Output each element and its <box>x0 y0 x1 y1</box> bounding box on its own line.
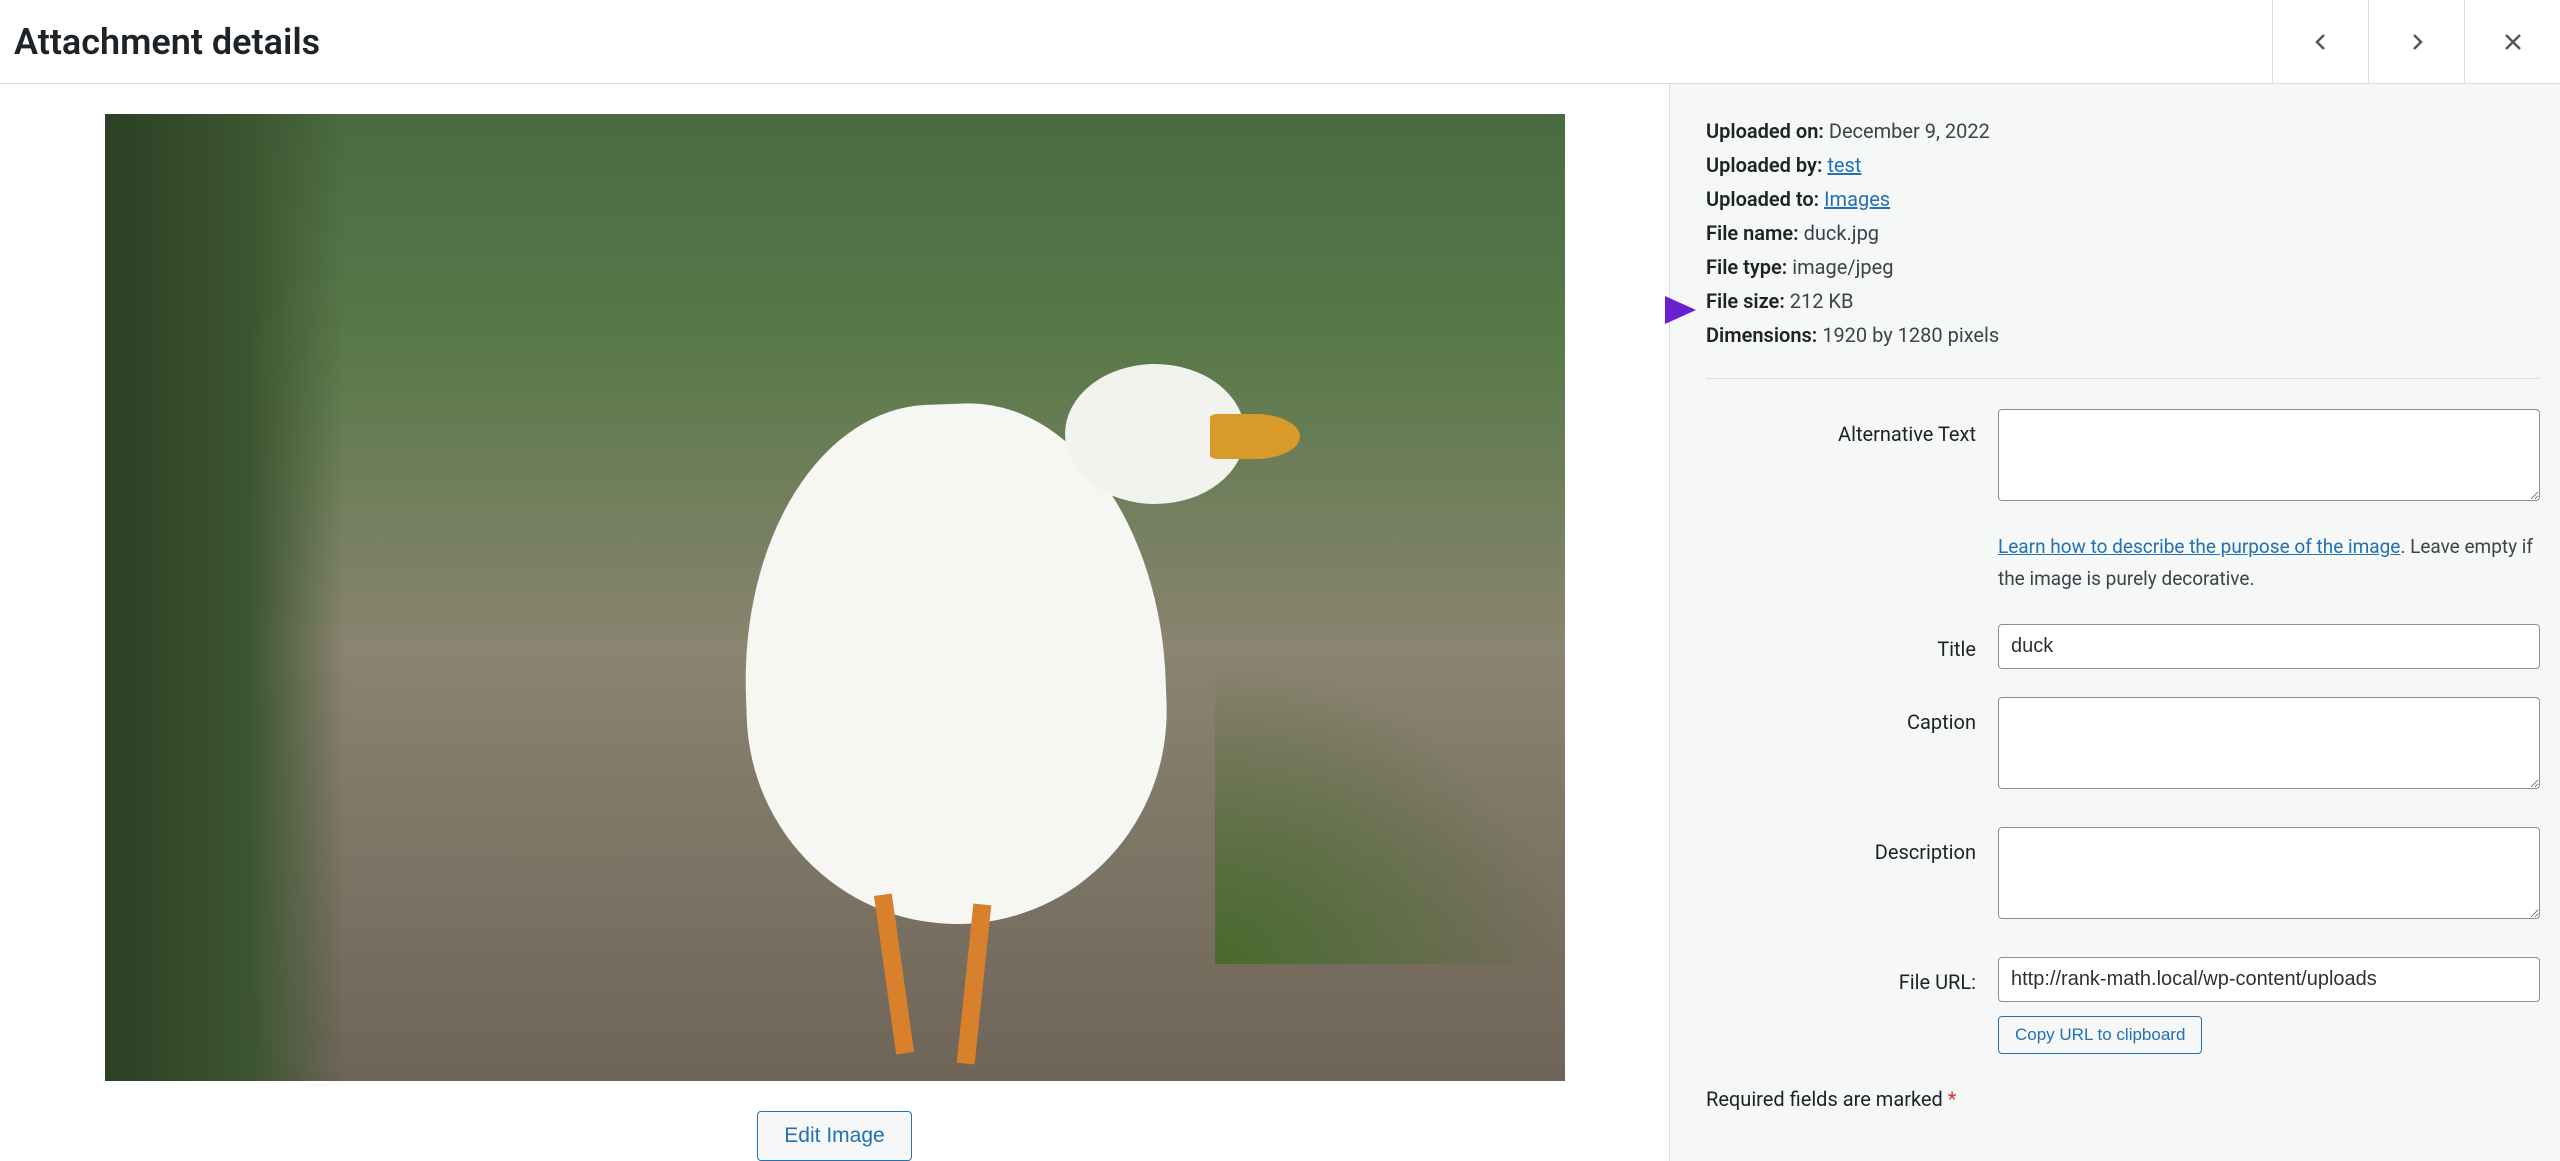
annotation-arrow <box>1590 290 1700 330</box>
file-name-label: File name: <box>1706 221 1799 245</box>
required-asterisk: * <box>1948 1087 1957 1111</box>
prev-button[interactable] <box>2272 0 2368 83</box>
title-label: Title <box>1706 624 1998 666</box>
edit-image-button[interactable]: Edit Image <box>757 1111 911 1161</box>
page-title: Attachment details <box>14 21 320 63</box>
uploaded-by-label: Uploaded by: <box>1706 153 1822 177</box>
caption-label: Caption <box>1706 697 1998 739</box>
caption-input[interactable] <box>1998 697 2540 789</box>
alt-text-input[interactable] <box>1998 409 2540 501</box>
chevron-left-icon <box>2309 30 2333 54</box>
uploaded-on-label: Uploaded on: <box>1706 119 1824 143</box>
title-input[interactable] <box>1998 624 2540 669</box>
file-size-label: File size: <box>1706 289 1785 313</box>
close-button[interactable] <box>2464 0 2560 83</box>
alt-text-label: Alternative Text <box>1706 409 1998 451</box>
meta-divider <box>1706 378 2540 379</box>
uploaded-on-value: December 9, 2022 <box>1829 119 1990 143</box>
alt-text-help: Learn how to describe the purpose of the… <box>1998 531 2540 596</box>
file-url-label: File URL: <box>1706 957 1998 999</box>
file-url-input[interactable] <box>1998 957 2540 1002</box>
file-type-label: File type: <box>1706 255 1787 279</box>
description-label: Description <box>1706 827 1998 869</box>
file-name-value: duck.jpg <box>1804 221 1879 245</box>
dimensions-label: Dimensions: <box>1706 323 1817 347</box>
file-size-value: 212 KB <box>1790 289 1854 313</box>
uploaded-by-link[interactable]: test <box>1827 153 1861 177</box>
required-fields-note: Required fields are marked * <box>1706 1082 2540 1116</box>
close-icon <box>2501 30 2525 54</box>
uploaded-to-link[interactable]: Images <box>1824 187 1890 211</box>
next-button[interactable] <box>2368 0 2464 83</box>
file-type-value: image/jpeg <box>1792 255 1893 279</box>
attachment-preview-image <box>105 114 1565 1081</box>
description-input[interactable] <box>1998 827 2540 919</box>
copy-url-button[interactable]: Copy URL to clipboard <box>1998 1016 2202 1054</box>
chevron-right-icon <box>2405 30 2429 54</box>
dimensions-value: 1920 by 1280 pixels <box>1822 323 1999 347</box>
uploaded-to-label: Uploaded to: <box>1706 187 1819 211</box>
attachment-meta: Uploaded on: December 9, 2022 Uploaded b… <box>1706 114 2540 352</box>
alt-text-help-link[interactable]: Learn how to describe the purpose of the… <box>1998 535 2400 558</box>
